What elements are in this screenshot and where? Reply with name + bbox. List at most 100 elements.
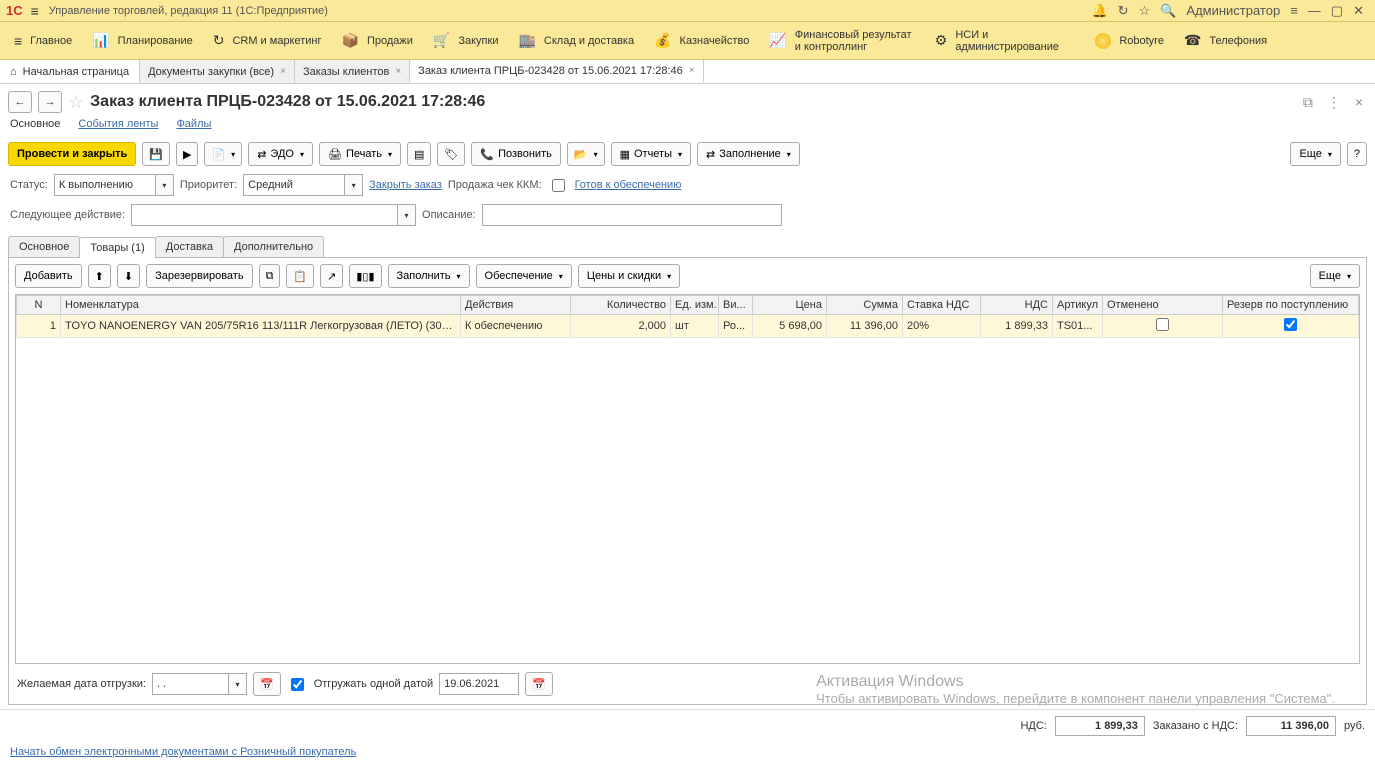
chevron-down-icon[interactable]: ▾ bbox=[228, 674, 246, 694]
close-tab-icon[interactable]: × bbox=[280, 66, 286, 77]
one-date-checkbox[interactable] bbox=[291, 678, 304, 691]
fill-lines-button[interactable]: Заполнить bbox=[388, 264, 470, 288]
col-qty[interactable]: Количество bbox=[571, 296, 671, 315]
tag-button[interactable]: 🏷 bbox=[437, 142, 465, 166]
col-unit[interactable]: Ед. изм. bbox=[671, 296, 719, 315]
nav-sales[interactable]: 📦Продажи bbox=[332, 22, 423, 60]
reserve-button[interactable]: Зарезервировать bbox=[146, 264, 253, 288]
start-edoc-link[interactable]: Начать обмен электронными документами с … bbox=[10, 746, 356, 758]
menu-icon[interactable]: ≡ bbox=[31, 3, 39, 19]
folder-button[interactable]: 📂 bbox=[567, 142, 605, 166]
settings-icon[interactable]: ≡ bbox=[1290, 3, 1298, 18]
search-icon[interactable]: 🔍 bbox=[1160, 3, 1176, 19]
prices-button[interactable]: Цены и скидки bbox=[578, 264, 680, 288]
tab-docs-purchase[interactable]: Документы закупки (все)× bbox=[140, 60, 295, 83]
cell-vi[interactable]: Ро... bbox=[719, 315, 753, 338]
col-n[interactable]: N bbox=[17, 296, 61, 315]
nav-treasury[interactable]: 💰Казначейство bbox=[644, 22, 759, 60]
help-button[interactable]: ? bbox=[1347, 142, 1367, 166]
col-vat[interactable]: НДС bbox=[981, 296, 1053, 315]
tab-current-order[interactable]: Заказ клиента ПРЦБ-023428 от 15.06.2021 … bbox=[410, 60, 703, 83]
next-action-select[interactable]: ▾ bbox=[131, 204, 416, 226]
cell-reserve[interactable] bbox=[1223, 315, 1359, 338]
favorite-icon[interactable]: ☆ bbox=[68, 92, 84, 113]
cell-action[interactable]: К обеспечению bbox=[461, 315, 571, 338]
cell-cancelled[interactable] bbox=[1103, 315, 1223, 338]
tab-main[interactable]: Основное bbox=[8, 236, 80, 257]
col-cancelled[interactable]: Отменено bbox=[1103, 296, 1223, 315]
more-icon[interactable]: ⋮ bbox=[1327, 94, 1341, 111]
ready-supply-link[interactable]: Готов к обеспечению bbox=[575, 179, 682, 191]
chevron-down-icon[interactable]: ▾ bbox=[155, 175, 173, 195]
reports-button[interactable]: ▦ Отчеты bbox=[611, 142, 691, 166]
history-icon[interactable]: ↻ bbox=[1118, 3, 1129, 19]
paste-button[interactable]: 📋 bbox=[286, 264, 314, 288]
back-button[interactable]: ← bbox=[8, 91, 32, 113]
minimize-icon[interactable]: — bbox=[1308, 3, 1321, 18]
close-page-icon[interactable]: × bbox=[1355, 94, 1363, 110]
print-button[interactable]: 🖨 Печать bbox=[319, 142, 401, 166]
calendar2-button[interactable]: 📅 bbox=[525, 672, 553, 696]
nav-crm[interactable]: ↻CRM и маркетинг bbox=[203, 22, 332, 60]
grid-row[interactable]: 1 TOYO NANOENERGY VAN 205/75R16 113/111R… bbox=[17, 315, 1359, 338]
create-based-button[interactable]: 📄 bbox=[204, 142, 242, 166]
more-button[interactable]: Еще bbox=[1290, 142, 1340, 166]
tab-delivery[interactable]: Доставка bbox=[155, 236, 224, 257]
share-button[interactable]: ↗ bbox=[320, 264, 343, 288]
nav-robotyre[interactable]: Robotyre bbox=[1085, 22, 1174, 60]
copy-button[interactable]: ⧉ bbox=[259, 264, 281, 288]
close-window-icon[interactable]: ✕ bbox=[1353, 3, 1364, 19]
reserve-checkbox[interactable] bbox=[1284, 318, 1297, 331]
user-label[interactable]: Администратор bbox=[1186, 3, 1280, 18]
move-up-button[interactable]: ⬆ bbox=[88, 264, 111, 288]
close-tab-icon[interactable]: × bbox=[395, 66, 401, 77]
col-price[interactable]: Цена bbox=[753, 296, 827, 315]
barcode-button[interactable]: ▮▯▮ bbox=[349, 264, 381, 288]
list-button[interactable]: ▤ bbox=[407, 142, 431, 166]
maximize-icon[interactable]: ▢ bbox=[1331, 3, 1343, 19]
col-actions[interactable]: Действия bbox=[461, 296, 571, 315]
subnav-files[interactable]: Файлы bbox=[176, 118, 211, 130]
col-vat-rate[interactable]: Ставка НДС bbox=[903, 296, 981, 315]
desc-input[interactable] bbox=[482, 204, 782, 226]
star-icon[interactable]: ☆ bbox=[1139, 3, 1151, 19]
priority-select[interactable]: Средний▾ bbox=[243, 174, 363, 196]
cell-price[interactable]: 5 698,00 bbox=[753, 315, 827, 338]
one-date-input[interactable]: 19.06.2021 bbox=[439, 673, 519, 695]
chevron-down-icon[interactable]: ▾ bbox=[397, 205, 415, 225]
nav-admin[interactable]: ⚙НСИ и администрирование bbox=[925, 22, 1086, 60]
col-sum[interactable]: Сумма bbox=[827, 296, 903, 315]
col-vi[interactable]: Ви... bbox=[719, 296, 753, 315]
subnav-main[interactable]: Основное bbox=[10, 118, 60, 130]
col-nomenclature[interactable]: Номенклатура bbox=[61, 296, 461, 315]
col-reserve[interactable]: Резерв по поступлению bbox=[1223, 296, 1359, 315]
cell-n[interactable]: 1 bbox=[17, 315, 61, 338]
forward-button[interactable]: → bbox=[38, 91, 62, 113]
nav-planning[interactable]: 📊Планирование bbox=[82, 22, 203, 60]
calendar-button[interactable]: 📅 bbox=[253, 672, 281, 696]
cell-vat[interactable]: 1 899,33 bbox=[981, 315, 1053, 338]
nav-purchases[interactable]: 🛒Закупки bbox=[423, 22, 509, 60]
link-icon[interactable]: ⧉ bbox=[1303, 94, 1313, 111]
cell-sku[interactable]: TS01... bbox=[1053, 315, 1103, 338]
subnav-events[interactable]: События ленты bbox=[78, 118, 158, 130]
close-tab-icon[interactable]: × bbox=[689, 65, 695, 76]
nav-warehouse[interactable]: 🏬Склад и доставка bbox=[508, 22, 644, 60]
cell-vat-rate[interactable]: 20% bbox=[903, 315, 981, 338]
cell-nomenclature[interactable]: TOYO NANOENERGY VAN 205/75R16 113/111R Л… bbox=[61, 315, 461, 338]
inner-more-button[interactable]: Еще bbox=[1310, 264, 1360, 288]
edo-button[interactable]: ⇄ ЭДО bbox=[248, 142, 313, 166]
goods-grid[interactable]: N Номенклатура Действия Количество Ед. и… bbox=[15, 294, 1360, 664]
tab-client-orders[interactable]: Заказы клиентов× bbox=[295, 60, 410, 83]
post-and-close-button[interactable]: Провести и закрыть bbox=[8, 142, 136, 166]
tab-extra[interactable]: Дополнительно bbox=[223, 236, 324, 257]
cell-unit[interactable]: шт bbox=[671, 315, 719, 338]
post-button[interactable]: ▶ bbox=[176, 142, 198, 166]
tab-goods[interactable]: Товары (1) bbox=[79, 237, 155, 258]
nav-finance[interactable]: 📈Финансовый результат и контроллинг bbox=[759, 22, 924, 60]
save-button[interactable]: 💾 bbox=[142, 142, 170, 166]
cancelled-checkbox[interactable] bbox=[1156, 318, 1169, 331]
call-button[interactable]: 📞 Позвонить bbox=[471, 142, 560, 166]
nav-telephony[interactable]: ☎Телефония bbox=[1174, 22, 1277, 60]
add-button[interactable]: Добавить bbox=[15, 264, 82, 288]
